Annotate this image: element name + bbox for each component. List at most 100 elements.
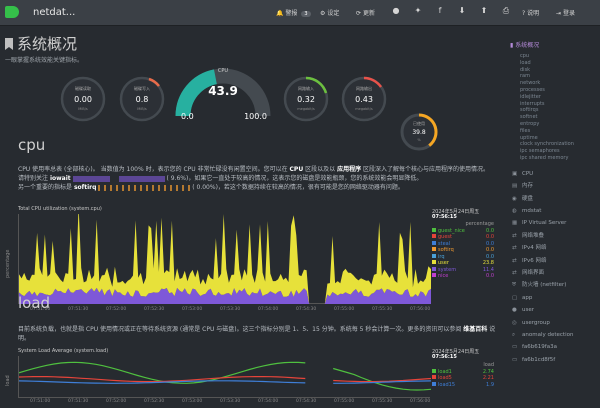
section-title-cpu: cpu [18,136,46,154]
legend-item[interactable]: load15 1.9 [432,381,494,389]
toc-sub-item[interactable]: uptime [510,135,598,142]
toc-section-item[interactable]: ▤ 内存 [510,180,598,192]
toc-section-item[interactable]: ⇄ 网络堆叠 [510,230,598,242]
settings-label: 设定 [327,10,340,17]
toc-sub-item[interactable]: cpu [510,53,598,60]
brand-name[interactable]: netdat... [33,7,75,18]
alarms-button[interactable]: 🔔 警报 3 [276,8,311,17]
toc-sub-item[interactable]: load [510,60,598,67]
toc-sub-item[interactable]: interrupts [510,101,598,108]
settings-button[interactable]: ⚙ 设定 [320,8,339,17]
cpu-link[interactable]: CPU [290,166,304,173]
x-tick-label: 07:52:30 [144,399,165,404]
toc-sub-item[interactable]: ram [510,73,598,80]
toc-section-item[interactable]: ▣ CPU [510,168,598,180]
toc-section-label: 网络堆叠 [522,232,545,239]
toc-section-label: CPU [522,170,534,177]
x-tick-label: 07:56:00 [410,307,431,312]
legend-name: softirq [438,247,454,253]
mdstat-icon: ◍ [512,207,517,214]
x-tick-label: 07:52:30 [144,307,165,312]
toc-section-item[interactable]: ▭ fa6b619fa3a [510,341,598,353]
disk-read-gauge[interactable]: 磁碟读取 0.00 MiB/s [60,76,106,122]
help-button[interactable]: ? 说明 [522,8,539,17]
toc-active-label: 系统概况 [515,42,540,49]
toc-section-item[interactable]: ◎ usergroup [510,317,598,329]
toc-sub-item[interactable]: disk [510,67,598,74]
net-out-gauge[interactable]: 网路输出 0.43 megabit/s [341,76,387,122]
upload-icon[interactable]: ⬆ [478,6,490,15]
toc-sub-item[interactable]: ipc semaphores [510,148,598,155]
cpu-gauge[interactable]: CPU 43.9 0.0 100.0 [175,66,271,124]
netdata-logo[interactable] [5,6,19,18]
net-in-gauge[interactable]: 网路输入 0.32 megabit/s [283,76,329,122]
toc-section-item[interactable]: ● user [510,304,598,316]
github-icon[interactable]: ● [390,6,402,15]
wikipedia-link[interactable]: 维基百科 [463,326,487,333]
gauge-value: 0.8 [135,95,149,104]
load-chart-plot[interactable] [18,356,432,398]
legend-swatch [432,247,436,251]
toc-section-label: fa6b619fa3a [522,344,557,351]
apps-link[interactable]: 应用程序 [337,166,361,173]
toc-sub-item[interactable]: clock synchronization [510,141,598,148]
gauge-value: 39.8 [412,129,426,136]
signin-button[interactable]: ⇥ 登录 [556,8,575,17]
toc-sub-item[interactable]: files [510,128,598,135]
download-icon[interactable]: ⬇ [456,6,468,15]
x-tick-label: 07:54:00 [258,307,279,312]
cpu-desc-line3: 另一个重要的指标是 softirq ( 0.00%)，若这个数据持续在较高的情况… [18,183,496,192]
toc-sub-item[interactable]: processes [510,87,598,94]
toc-section-item[interactable]: ▦ IP Virtual Server [510,217,598,229]
toc-section-label: 硬盘 [522,195,534,202]
toc-section-item[interactable]: ▢ app [510,292,598,304]
disk-write-gauge[interactable]: 磁碟写入 0.8 MiB/s [119,76,165,122]
update-button[interactable]: ⟳ 更新 [356,8,375,17]
twitter-icon[interactable]: ✦ [412,6,424,15]
x-tick-label: 07:53:00 [182,307,203,312]
x-tick-label: 07:51:30 [68,399,89,404]
gauge-label: 磁碟写入 [134,86,150,91]
legend-swatch [432,227,436,232]
toc-section-item[interactable]: ⌕ anomaly detection [510,329,598,341]
toc-section-item[interactable]: ▭ fa6b1cd8f5f [510,354,598,366]
toc-section-item[interactable]: ⇄ IPv4 网络 [510,242,598,254]
cpu-chart-plot[interactable] [18,206,431,304]
gauge-unit: MiB/s [78,107,88,111]
help-label: 说明 [527,10,540,17]
legend-swatch [432,273,436,277]
toc-sub-item[interactable]: softnet [510,114,598,121]
legend-item[interactable]: nice 0.0 [432,273,494,280]
toc-section-label: fa6b1cd8f5f [522,356,556,363]
x-tick-label: 07:54:30 [296,307,317,312]
facebook-icon[interactable]: f [434,6,446,15]
toc-sub-item[interactable]: network [510,80,598,87]
legend-swatch [432,234,436,238]
toc-sub-item[interactable]: softirqs [510,107,598,114]
legend-name: irq [438,253,445,260]
gauge-min: 0.0 [181,112,194,121]
legend-name: system [438,266,457,273]
toc-section-item[interactable]: ◍ mdstat [510,205,598,217]
load-chart-ylabel: load [5,375,11,386]
alarms-count-badge: 3 [301,11,311,17]
bookmark-icon [5,38,13,50]
signin-label: 登录 [562,10,575,17]
ram-gauge[interactable]: 已使用 39.8 % [399,112,439,152]
toc-sub-item[interactable]: idlejitter [510,94,598,101]
toc-active-section[interactable]: ▮ 系统概况 [510,40,598,49]
gauge-unit: % [417,138,421,142]
legend-swatch [432,253,436,258]
toc-section-item[interactable]: ⛨ 防火墙 (netfilter) [510,279,598,291]
legend-swatch [432,260,436,264]
gauge-label: 网路输出 [356,86,372,91]
toc-sub-item[interactable]: ipc shared memory [510,155,598,162]
toc-section-item[interactable]: ⇄ IPv6 网络 [510,255,598,267]
toc-section-item[interactable]: ◉ 硬盘 [510,193,598,205]
print-icon[interactable]: ⎙ [500,6,512,16]
top-navbar: netdat... 🔔 警报 3 ⚙ 设定 ⟳ 更新 ● ✦ f ⬇ ⬆ ⎙ ?… [0,0,600,26]
toc-sub-item[interactable]: entropy [510,121,598,128]
gauge-unit: megabit/s [355,107,373,111]
toc-section-item[interactable]: ⇄ 网络界面 [510,267,598,279]
group-icon: ◎ [512,319,517,326]
